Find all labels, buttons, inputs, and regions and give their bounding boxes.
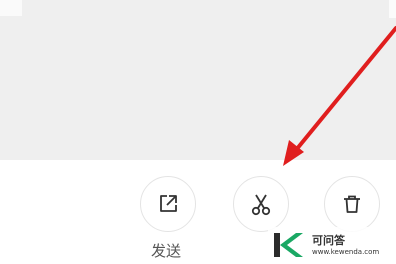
right-edge: [389, 0, 396, 18]
send-label: 发送: [151, 242, 182, 260]
watermark-logo: [274, 233, 303, 257]
trash-icon: [344, 195, 360, 213]
scissors-icon: [251, 194, 271, 216]
delete-button[interactable]: [324, 176, 380, 232]
send-button[interactable]: [140, 176, 196, 232]
watermark-site-name: 可问答: [312, 234, 345, 247]
content-area: [0, 0, 396, 160]
share-out-icon: [160, 195, 177, 212]
cut-button[interactable]: [233, 176, 289, 232]
watermark: 可问答 www.kewenda.com: [268, 227, 386, 263]
watermark-url: www.kewenda.com: [312, 248, 380, 256]
corner-highlight: [0, 0, 22, 16]
